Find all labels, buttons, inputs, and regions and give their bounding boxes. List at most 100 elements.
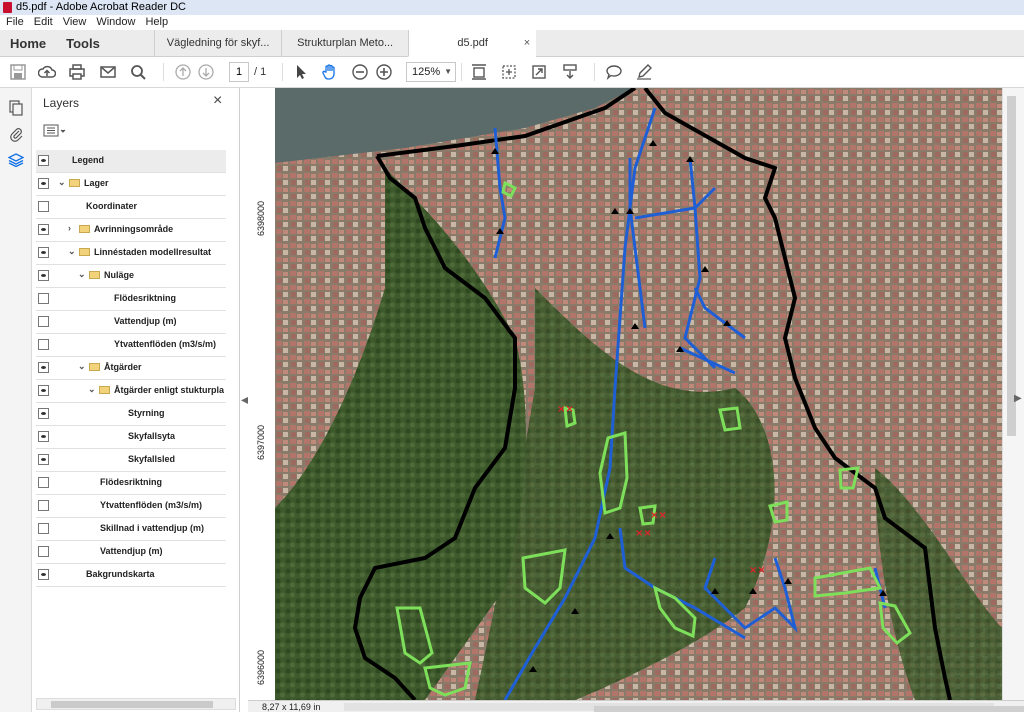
visibility-checkbox[interactable] — [38, 339, 49, 350]
layer-row[interactable]: Styrning — [36, 403, 226, 426]
layer-row[interactable]: Vattendjup (m) — [36, 311, 226, 334]
layer-row[interactable]: ⌄ Nuläge — [36, 265, 226, 288]
close-tab-icon[interactable]: × — [524, 30, 530, 56]
zoom-out-icon[interactable] — [351, 63, 369, 81]
print-icon[interactable] — [68, 63, 86, 81]
layer-label: Ytvattenflöden (m3/s/m) — [100, 500, 203, 510]
menu-view[interactable]: View — [59, 15, 91, 30]
toolbar-separator — [163, 63, 164, 81]
folder-icon — [79, 248, 90, 256]
visibility-checkbox[interactable] — [38, 477, 49, 488]
cloud-upload-icon[interactable] — [37, 63, 57, 81]
select-cursor-icon[interactable] — [292, 63, 310, 81]
chevron-down-icon[interactable]: ⌄ — [78, 269, 86, 280]
hand-tool-icon[interactable] — [321, 63, 339, 81]
menu-window[interactable]: Window — [92, 15, 139, 30]
layer-row[interactable]: Skyfallsyta — [36, 426, 226, 449]
y-coordinate-label: 6397000 — [256, 424, 266, 460]
layer-options-icon[interactable] — [43, 124, 67, 138]
layer-row[interactable]: › Avrinningsområde — [36, 219, 226, 242]
layer-row[interactable]: ⌄ Åtgärder — [36, 357, 226, 380]
scroll-mode-icon[interactable] — [561, 63, 579, 81]
document-tab-label: d5.pdf — [457, 37, 488, 49]
layer-row[interactable]: ⌄ Åtgärder enligt stukturplan I — [36, 380, 226, 403]
eye-visible-icon[interactable] — [38, 178, 49, 189]
layer-row[interactable]: Skyfallsled — [36, 449, 226, 472]
eye-visible-icon[interactable] — [38, 408, 49, 419]
chevron-down-icon[interactable]: ⌄ — [88, 384, 96, 395]
svg-text:××: ×× — [557, 404, 574, 415]
chevron-down-icon: ▼ — [444, 67, 452, 76]
tab-home[interactable]: Home — [0, 30, 56, 56]
document-tab-d5[interactable]: d5.pdf × — [408, 30, 537, 57]
layer-row[interactable]: Koordinater — [36, 196, 226, 219]
close-icon[interactable]: × — [213, 92, 222, 110]
layer-row[interactable]: Skillnad i vattendjup (m) — [36, 518, 226, 541]
chevron-down-icon[interactable]: ⌄ — [68, 246, 76, 257]
save-icon[interactable] — [9, 63, 27, 81]
layer-row[interactable]: Legend — [36, 150, 226, 173]
attachments-icon[interactable] — [8, 126, 24, 142]
document-horizontal-scrollbar[interactable] — [344, 703, 1024, 712]
chevron-down-icon[interactable]: ⌄ — [58, 177, 66, 188]
visibility-checkbox[interactable] — [38, 201, 49, 212]
expand-right-panel-icon[interactable]: ▶ — [1014, 393, 1022, 404]
layer-row[interactable]: Ytvattenflöden (m3/s/m) — [36, 334, 226, 357]
layer-row[interactable]: ⌄ Lager — [36, 173, 226, 196]
map-page[interactable]: ×× ×× ×× ×× — [275, 88, 1002, 700]
folder-icon — [89, 363, 100, 371]
fit-page-icon[interactable] — [470, 63, 488, 81]
visibility-checkbox[interactable] — [38, 500, 49, 511]
layer-row[interactable]: Flödesriktning — [36, 288, 226, 311]
layer-row[interactable]: Ytvattenflöden (m3/s/m) — [36, 495, 226, 518]
eye-visible-icon[interactable] — [38, 431, 49, 442]
layer-label: Flödesriktning — [114, 293, 177, 303]
rotate-view-icon[interactable] — [530, 63, 548, 81]
eye-visible-icon[interactable] — [38, 385, 49, 396]
window-title-bar: d5.pdf - Adobe Acrobat Reader DC — [0, 0, 1024, 15]
folder-icon — [99, 386, 110, 394]
previous-page-icon[interactable] — [174, 63, 192, 81]
eye-visible-icon[interactable] — [38, 224, 49, 235]
layer-row[interactable]: Flödesriktning — [36, 472, 226, 495]
menu-file[interactable]: File — [2, 15, 28, 30]
draw-pen-icon[interactable] — [635, 63, 653, 81]
search-icon[interactable] — [129, 63, 147, 81]
comment-icon[interactable] — [605, 63, 623, 81]
visibility-checkbox[interactable] — [38, 523, 49, 534]
next-page-icon[interactable] — [197, 63, 215, 81]
layer-row[interactable]: ⌄ Linnéstaden modellresultat — [36, 242, 226, 265]
toolbar-separator — [594, 63, 595, 81]
visibility-checkbox[interactable] — [38, 546, 49, 557]
menu-edit[interactable]: Edit — [30, 15, 57, 30]
svg-text:××: ×× — [650, 510, 667, 521]
menu-help[interactable]: Help — [141, 15, 172, 30]
email-icon[interactable] — [99, 63, 117, 81]
layer-row[interactable]: Vattendjup (m) — [36, 541, 226, 564]
page-number-input[interactable] — [229, 62, 249, 82]
navigation-rail — [0, 88, 32, 712]
layers-horizontal-scrollbar[interactable] — [36, 698, 236, 710]
layer-row[interactable]: Bakgrundskarta — [36, 564, 226, 587]
visibility-checkbox[interactable] — [38, 316, 49, 327]
eye-visible-icon[interactable] — [38, 270, 49, 281]
zoom-level-select[interactable]: 125% ▼ — [406, 62, 456, 82]
eye-visible-icon[interactable] — [38, 155, 49, 166]
layers-icon[interactable] — [7, 152, 25, 168]
eye-visible-icon[interactable] — [38, 454, 49, 465]
document-tab-strukturplan[interactable]: Strukturplan Meto... — [281, 30, 408, 57]
folder-icon — [89, 271, 100, 279]
eye-visible-icon[interactable] — [38, 569, 49, 580]
zoom-in-icon[interactable] — [375, 63, 393, 81]
map-canvas: ×× ×× ×× ×× — [275, 88, 1002, 700]
tab-tools[interactable]: Tools — [56, 30, 154, 56]
chevron-right-icon[interactable]: › — [68, 223, 71, 233]
page-thumbnails-icon[interactable] — [8, 100, 24, 116]
eye-visible-icon[interactable] — [38, 247, 49, 258]
layer-label: Skyfallsyta — [128, 431, 176, 441]
visibility-checkbox[interactable] — [38, 293, 49, 304]
full-screen-icon[interactable] — [500, 63, 518, 81]
document-tab-vagledning[interactable]: Vägledning för skyf... — [154, 30, 281, 57]
chevron-down-icon[interactable]: ⌄ — [78, 361, 86, 372]
eye-visible-icon[interactable] — [38, 362, 49, 373]
